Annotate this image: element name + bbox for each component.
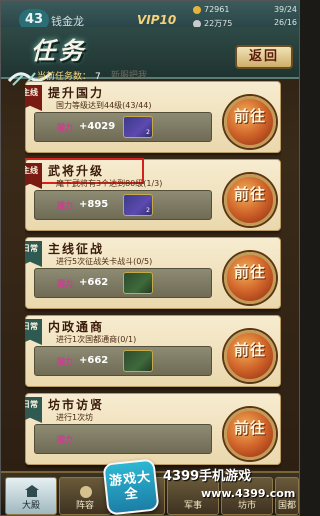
reward-label: 国力: [57, 279, 73, 288]
task-tag: 日常: [25, 397, 42, 423]
task-reward: 国力 +4029 2: [34, 112, 212, 142]
stamina-1: 39/24: [273, 5, 297, 14]
task-name: 主线征战: [48, 242, 105, 256]
reward-item-icon[interactable]: 2: [123, 116, 153, 138]
task-desc: 麾下武将有3个达到80级(1/3): [56, 179, 163, 188]
task-reward: 国力: [34, 424, 212, 454]
nav-item-label: 大殿: [21, 501, 40, 511]
task-reward: 国力 +662: [34, 346, 212, 376]
nav-item-lineup[interactable]: 阵容: [59, 477, 111, 515]
gold-counter: 72961: [193, 5, 229, 14]
reward-value: +895: [79, 199, 109, 210]
go-button[interactable]: 前往: [224, 408, 276, 460]
reward-label: 国力: [57, 201, 73, 210]
reward-item-icon[interactable]: [123, 350, 153, 372]
task-card: 日常 坊市访贤 进行1次坊 国力 前往: [25, 393, 281, 465]
task-desc: 进行5次征战关卡战斗(0/5): [56, 257, 153, 266]
go-button[interactable]: 前往: [224, 174, 276, 226]
reward-label: 国力: [57, 435, 73, 444]
game-screen: 43 钱金龙 VIP10 72961 22万75 39/24 26/16 任务 …: [0, 0, 300, 516]
task-list[interactable]: 主线 提升国力 国力等级达到44级(43/44) 国力 +4029 2 前往 主…: [25, 81, 281, 469]
page-title: 任务: [31, 36, 87, 65]
coin-icon: [193, 5, 201, 14]
reward-value: +662: [79, 355, 109, 366]
task-name: 武将升级: [48, 164, 105, 178]
nav-item-label: 阵容: [75, 501, 94, 511]
task-card: 日常 主线征战 进行5次征战关卡战斗(0/5) 国力 +662 前往: [25, 237, 281, 309]
task-name: 提升国力: [48, 86, 105, 100]
task-card: 主线 提升国力 国力等级达到44级(43/44) 国力 +4029 2 前往: [25, 81, 281, 153]
gold-value: 72961: [204, 5, 230, 14]
vip-badge[interactable]: VIP10: [137, 13, 176, 27]
task-reward: 国力 +662: [34, 268, 212, 298]
task-tag: 日常: [25, 319, 42, 345]
helmet-icon: [80, 486, 92, 498]
go-button[interactable]: 前往: [224, 96, 276, 148]
task-tag: 主线: [25, 85, 42, 111]
task-desc: 国力等级达到44级(43/44): [56, 101, 152, 110]
task-card: 日常 内政通商 进行1次国都通商(0/1) 国力 +662 前往: [25, 315, 281, 387]
reward-item-qty: 2: [146, 207, 150, 214]
task-card: 主线 武将升级 麾下武将有3个达到80级(1/3) 国力 +895 2 前往: [25, 158, 281, 231]
background-text: 新服把我: [111, 71, 148, 81]
task-tag: 日常: [25, 241, 42, 267]
task-name: 内政通商: [48, 320, 105, 334]
reward-item-qty: 2: [146, 129, 150, 136]
reward-item-icon[interactable]: 2: [123, 194, 153, 216]
go-button[interactable]: 前往: [224, 252, 276, 304]
reward-value: +4029: [79, 121, 116, 132]
task-tag: 主线: [25, 163, 42, 189]
reward-label: 国力: [57, 357, 73, 366]
reward-value: +662: [79, 277, 109, 288]
stamina-2: 26/16: [273, 18, 297, 27]
reward-item-icon[interactable]: [123, 272, 153, 294]
task-reward: 国力 +895 2: [34, 190, 212, 220]
go-button[interactable]: 前往: [224, 330, 276, 382]
task-desc: 进行1次坊: [56, 413, 94, 422]
watermark-logo: 游戏大全: [102, 458, 160, 515]
reward-label: 国力: [57, 123, 73, 132]
back-button[interactable]: 返回: [235, 45, 293, 69]
task-name: 坊市访贤: [48, 398, 105, 412]
nav-item-main-hall[interactable]: 大殿: [5, 477, 57, 515]
watermark-title: 4399手机游戏: [163, 469, 252, 484]
watermark-url: www.4399.com: [201, 487, 296, 500]
task-desc: 进行1次国都通商(0/1): [56, 335, 137, 344]
hall-icon: [25, 485, 39, 497]
